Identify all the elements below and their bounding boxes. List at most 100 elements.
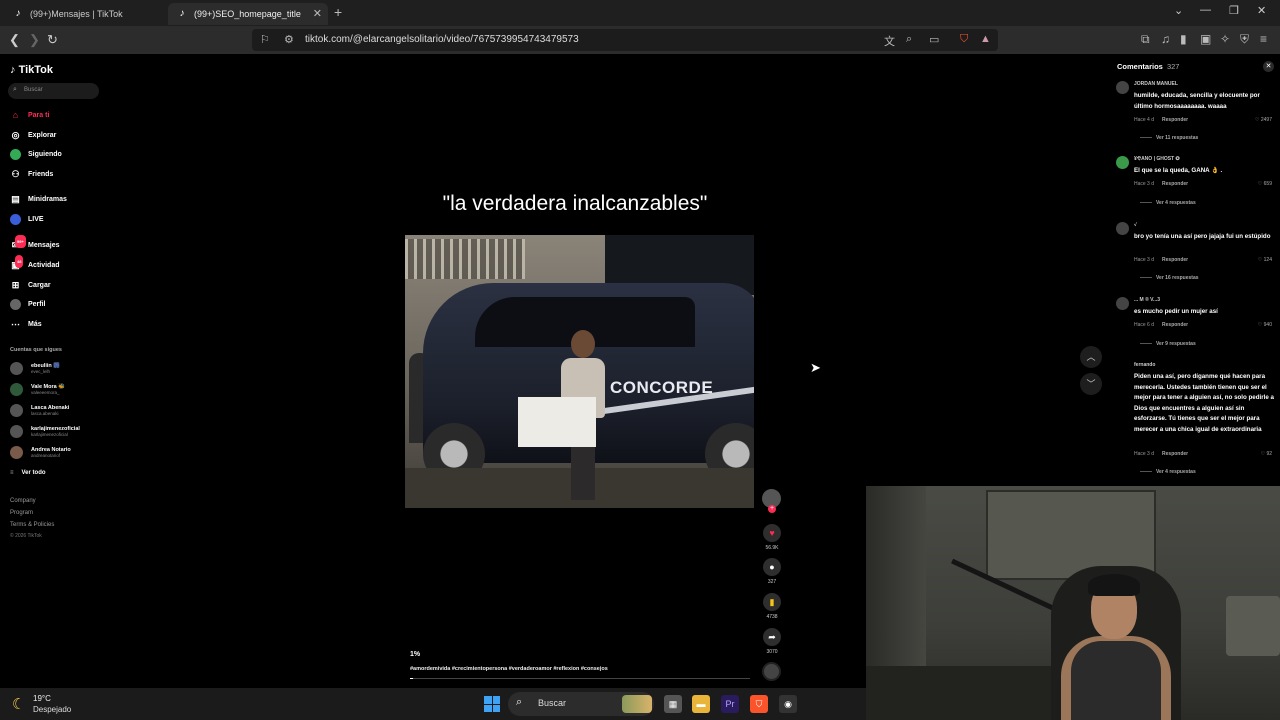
bookmark-icon[interactable]: ▮ xyxy=(763,593,781,611)
brave-shield-icon[interactable]: ⛉ xyxy=(960,33,968,46)
cast-icon[interactable]: ▭ xyxy=(929,33,939,46)
comment-likes[interactable]: ♡ 92 xyxy=(1261,451,1272,457)
minimize-icon[interactable]: — xyxy=(1200,4,1211,16)
comment-likes[interactable]: ♡ 659 xyxy=(1258,181,1272,187)
back-icon[interactable]: ❮ xyxy=(9,32,20,48)
avatar[interactable] xyxy=(1116,156,1129,169)
nav-perfil[interactable]: Perfil xyxy=(10,299,46,310)
maximize-icon[interactable]: ❐ xyxy=(1229,4,1239,17)
obs-icon[interactable]: ◉ xyxy=(779,695,797,713)
menu-icon[interactable]: ≡ xyxy=(1260,32,1267,46)
windows-start-icon[interactable] xyxy=(484,696,500,712)
comment-likes[interactable]: ♡ 2497 xyxy=(1255,117,1272,123)
weather-condition[interactable]: Despejado xyxy=(33,705,71,714)
avatar[interactable] xyxy=(1116,362,1129,375)
video-player[interactable]: CONCORDE xyxy=(405,235,754,508)
following-item[interactable]: Lasca Abenaki lasca.abenaki xyxy=(10,404,69,417)
search-input[interactable]: ⌕ Buscar xyxy=(8,83,99,99)
tab-video[interactable]: ♪ (99+)SEO_homepage_title ✕ xyxy=(168,3,328,25)
reply-button[interactable]: Responder xyxy=(1162,181,1188,187)
like-action[interactable]: ♥ 56.9K xyxy=(762,524,782,551)
nav-explorar[interactable]: ◎ Explorar xyxy=(10,130,57,141)
follow-plus-icon[interactable]: + xyxy=(768,505,776,513)
view-replies-button[interactable]: Ver 9 respuestas xyxy=(1140,341,1196,347)
video-hashtags[interactable]: #amordemivida #crecimientopersona #verda… xyxy=(410,666,608,672)
task-view-icon[interactable]: ▦ xyxy=(664,695,682,713)
comment-user[interactable]: fernando xyxy=(1134,362,1155,368)
comment-user[interactable]: ... M ® V...3 xyxy=(1134,297,1160,303)
vpn-icon[interactable]: ⛨ xyxy=(1240,32,1249,47)
window-close-icon[interactable]: ✕ xyxy=(1257,4,1266,17)
nav-siguiendo[interactable]: Siguiendo xyxy=(10,149,62,160)
nav-minidramas[interactable]: ▤ Minidramas xyxy=(10,194,67,205)
see-all-link[interactable]: ≡ Ver todo xyxy=(10,470,46,476)
file-explorer-icon[interactable]: ▬ xyxy=(692,695,710,713)
nav-live[interactable]: LIVE xyxy=(10,214,44,225)
share-icon[interactable]: ➦ xyxy=(763,628,781,646)
next-video-icon[interactable]: ﹀ xyxy=(1080,373,1102,395)
sidebar-toggle-icon[interactable]: ▮ xyxy=(1180,32,1187,46)
avatar[interactable] xyxy=(1116,297,1129,310)
footer-program[interactable]: Program xyxy=(10,510,33,516)
nav-actividad[interactable]: ▣48 Actividad xyxy=(10,255,60,271)
weather-temperature[interactable]: 19°C xyxy=(33,694,51,703)
url-text[interactable]: tiktok.com/@elarcangelsolitario/video/76… xyxy=(305,34,579,45)
nav-friends[interactable]: ⚇ Friends xyxy=(10,169,53,180)
avatar[interactable] xyxy=(1116,222,1129,235)
leo-icon[interactable]: ✧ xyxy=(1220,32,1230,46)
avatar[interactable] xyxy=(1116,81,1129,94)
reply-button[interactable]: Responder xyxy=(1162,117,1188,123)
heart-icon[interactable]: ♥ xyxy=(763,524,781,542)
comment-user[interactable]: ¥ҾANO | GHOST ✪ xyxy=(1134,156,1180,162)
view-replies-button[interactable]: Ver 4 respuestas xyxy=(1140,200,1196,206)
music-disc-icon[interactable] xyxy=(762,662,781,681)
address-bar[interactable]: ⚐ ⚙ tiktok.com/@elarcangelsolitario/vide… xyxy=(252,29,998,51)
footer-terms[interactable]: Terms & Policies xyxy=(10,522,54,528)
comment-icon[interactable]: ● xyxy=(763,558,781,576)
comment-user[interactable]: JORDAN MANUEL xyxy=(1134,81,1178,87)
moon-icon[interactable]: ☾ xyxy=(12,695,25,713)
tab-search-icon[interactable]: ⌄ xyxy=(1174,4,1183,17)
following-item[interactable]: karlajimenezoficial karlajimenezoficial xyxy=(10,425,80,438)
tiktok-logo[interactable]: ♪ TikTok xyxy=(10,64,53,76)
reply-button[interactable]: Responder xyxy=(1162,322,1188,328)
close-icon[interactable]: ✕ xyxy=(1263,61,1274,72)
comment-action[interactable]: ● 327 xyxy=(762,558,782,585)
following-item[interactable]: Vale Mora 🐝 valeeeemora_ xyxy=(10,383,65,396)
footer-company[interactable]: Company xyxy=(10,498,36,504)
following-item[interactable]: ebeuliin 🎆 evec_lelh xyxy=(10,362,60,375)
view-replies-button[interactable]: Ver 16 respuestas xyxy=(1140,275,1199,281)
comment-likes[interactable]: ♡ 940 xyxy=(1258,322,1272,328)
premiere-icon[interactable]: Pr xyxy=(721,695,739,713)
wallet-icon[interactable]: ▣ xyxy=(1200,32,1211,46)
new-tab-icon[interactable]: + xyxy=(334,4,342,20)
following-item[interactable]: Andrea Notario andreanotariof xyxy=(10,446,71,459)
share-action[interactable]: ➦ 3070 xyxy=(762,628,782,655)
nav-cargar[interactable]: ⊞ Cargar xyxy=(10,280,51,291)
bookmark-icon[interactable]: ⚐ xyxy=(260,33,270,46)
save-action[interactable]: ▮ 4738 xyxy=(762,593,782,620)
view-replies-button[interactable]: Ver 4 respuestas xyxy=(1140,469,1196,475)
zoom-icon[interactable]: ⌕ xyxy=(906,33,912,46)
close-tab-icon[interactable]: ✕ xyxy=(313,7,322,20)
reply-button[interactable]: Responder xyxy=(1162,257,1188,263)
nav-para-ti[interactable]: ⌂ Para ti xyxy=(10,110,50,121)
translate-icon[interactable]: 文 xyxy=(884,33,895,49)
comment-user[interactable]: √ xyxy=(1134,222,1137,228)
nav-mas[interactable]: ⋯ Más xyxy=(10,319,42,330)
media-icon[interactable]: ♫ xyxy=(1161,32,1170,46)
reload-icon[interactable]: ↻ xyxy=(47,32,58,48)
forward-icon[interactable]: ❯ xyxy=(29,32,40,48)
taskbar-search[interactable]: ⌕ Buscar xyxy=(508,692,654,716)
site-info-icon[interactable]: ⚙ xyxy=(284,33,294,46)
previous-video-icon[interactable]: ︿ xyxy=(1080,346,1102,368)
reply-button[interactable]: Responder xyxy=(1162,451,1188,457)
video-progress-bar[interactable] xyxy=(410,678,750,679)
brave-icon[interactable]: ⛉ xyxy=(750,695,768,713)
nav-mensajes[interactable]: ✉99+ Mensajes xyxy=(10,235,60,251)
view-replies-button[interactable]: Ver 11 respuestas xyxy=(1140,135,1198,141)
tab-mensajes[interactable]: ♪ (99+)Mensajes | TikTok xyxy=(4,3,166,25)
comment-likes[interactable]: ♡ 124 xyxy=(1258,257,1272,263)
extensions-icon[interactable]: ⧉ xyxy=(1141,32,1150,47)
brave-rewards-icon[interactable]: ▲ xyxy=(980,33,991,45)
